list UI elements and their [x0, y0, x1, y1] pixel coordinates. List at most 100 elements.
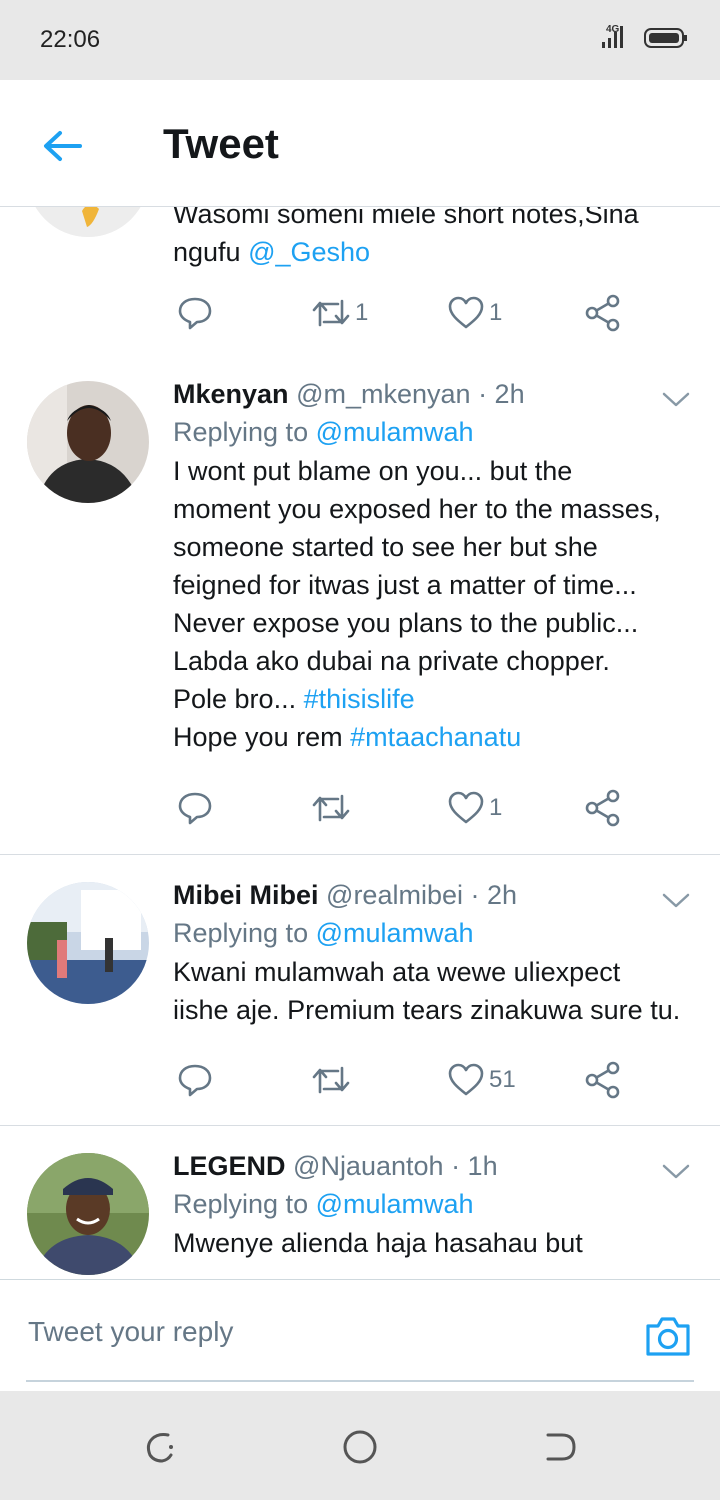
share-icon [585, 294, 620, 332]
retweet-icon [312, 1066, 350, 1094]
text-span: Hope you rem [173, 722, 351, 752]
replying-prefix: Replying to [173, 918, 316, 948]
tweet-text-line: moment you exposed her to the masses, [173, 494, 661, 524]
mention-link[interactable]: @_Gesho [248, 237, 370, 267]
status-bar: 22:06 4G [0, 0, 720, 80]
tweet-header: LEGEND @Njauantoh · 1h [173, 1148, 698, 1184]
reply-button[interactable] [177, 788, 213, 828]
tweet-header: Mkenyan @m_mkenyan · 2h [173, 376, 698, 412]
tweet-item[interactable]: LEGEND @Njauantoh · 1h Replying to @mula… [0, 1126, 720, 1279]
replying-to: Replying to @mulamwah [173, 412, 698, 452]
like-count: 1 [489, 299, 503, 326]
share-button[interactable] [583, 1060, 623, 1100]
replying-prefix: Replying to [173, 1189, 316, 1219]
tweet-text-line: I wont put blame on you... but the [173, 456, 573, 486]
retweet-button[interactable] [311, 788, 355, 828]
avatar[interactable] [27, 882, 149, 1004]
retweet-count: 1 [355, 299, 369, 326]
like-count: 51 [489, 1066, 516, 1093]
home-icon[interactable] [340, 1427, 380, 1467]
tweet-text: Mwenye alienda haja hasahau but [173, 1224, 698, 1262]
tweet-time: · 1h [451, 1151, 498, 1181]
user-name[interactable]: LEGEND [173, 1151, 286, 1181]
tweet-item[interactable]: Wasomi someni miele short notes,Sina ngu… [0, 207, 720, 355]
network-type: 4G [606, 24, 620, 35]
tweet-content: Wasomi someni miele short notes,Sina ngu… [173, 207, 698, 271]
tweet-text-line: Labda ako dubai na private chopper. [173, 646, 610, 676]
reply-icon [178, 297, 212, 330]
avatar[interactable] [27, 1153, 149, 1275]
tweet-text-line: Wasomi someni miele short notes,Sina [173, 207, 639, 229]
tweet-text-line: Kwani mulamwah ata wewe uliexpect [173, 957, 621, 987]
page-title: Tweet [163, 120, 279, 167]
reply-placeholder: Tweet your reply [28, 1316, 234, 1347]
replying-to-link[interactable]: @mulamwah [316, 1189, 474, 1219]
status-time: 22:06 [40, 26, 101, 53]
tweet-content: LEGEND @Njauantoh · 1h Replying to @mula… [173, 1148, 698, 1262]
reply-bar: Tweet your reply [0, 1279, 720, 1392]
avatar[interactable] [27, 381, 149, 503]
retweet-icon [312, 794, 350, 822]
reply-feed[interactable]: Wasomi someni miele short notes,Sina ngu… [0, 207, 720, 1279]
tweet-text: I wont put blame on you... but the momen… [173, 452, 698, 756]
like-button[interactable]: 1 [447, 788, 502, 828]
avatar[interactable] [27, 207, 149, 237]
retweet-button[interactable] [311, 1060, 355, 1100]
replying-to: Replying to @mulamwah [173, 1184, 698, 1224]
tweet-text-line: iishe aje. Premium tears zinakuwa sure t… [173, 995, 681, 1025]
tweet-actions: 1 [173, 788, 653, 828]
back-icon[interactable] [540, 1427, 580, 1467]
share-button[interactable] [583, 788, 623, 828]
text-span: Pole bro... [173, 684, 304, 714]
tweet-item[interactable]: Mkenyan @m_mkenyan · 2h Replying to @mul… [0, 354, 720, 855]
user-name[interactable]: Mibei Mibei [173, 880, 319, 910]
reply-button[interactable] [177, 293, 213, 333]
reply-icon [178, 1064, 212, 1097]
user-name[interactable]: Mkenyan [173, 379, 289, 409]
tweet-header: Mibei Mibei @realmibei · 2h [173, 877, 698, 913]
recent-apps-icon[interactable] [140, 1427, 180, 1467]
retweet-icon [312, 299, 350, 327]
share-icon [585, 1061, 620, 1099]
battery-icon [644, 28, 687, 48]
share-icon [585, 789, 620, 827]
signal-icon: 4G [600, 22, 636, 57]
tweet-item[interactable]: Mibei Mibei @realmibei · 2h Replying to … [0, 855, 720, 1126]
share-button[interactable] [583, 293, 623, 333]
tweet-text-line: ngufu [173, 237, 249, 267]
tweet-actions: 51 [173, 1060, 653, 1100]
like-icon [448, 791, 484, 824]
tweet-time: · 2h [478, 379, 525, 409]
tweet-text-line: feigned for itwas just a matter of time.… [173, 570, 637, 600]
tweet-content: Mkenyan @m_mkenyan · 2h Replying to @mul… [173, 376, 698, 756]
like-button[interactable]: 1 [447, 293, 502, 333]
like-count: 1 [489, 794, 503, 821]
tweet-text-line: Mwenye alienda haja hasahau but [173, 1228, 583, 1258]
camera-icon[interactable] [642, 1310, 694, 1362]
user-handle[interactable]: @realmibei [326, 880, 463, 910]
replying-prefix: Replying to [173, 417, 316, 447]
like-icon [448, 1063, 484, 1096]
like-icon [448, 296, 484, 329]
replying-to-link[interactable]: @mulamwah [316, 918, 474, 948]
like-button[interactable]: 51 [447, 1060, 516, 1100]
tweet-actions: 1 1 [173, 293, 653, 333]
reply-icon [178, 792, 212, 825]
tweet-text: Wasomi someni miele short notes,Sina ngu… [173, 207, 698, 271]
system-nav-bar [0, 1391, 720, 1500]
top-app-bar: Tweet [0, 80, 720, 207]
hashtag-link[interactable]: #mtaachanatu [350, 722, 521, 752]
tweet-content: Mibei Mibei @realmibei · 2h Replying to … [173, 877, 698, 1029]
tweet-text-line: Never expose you plans to the public... [173, 608, 639, 638]
replying-to-link[interactable]: @mulamwah [316, 417, 474, 447]
back-arrow-icon[interactable] [40, 124, 84, 168]
tweet-text-line: someone started to see her but she [173, 532, 598, 562]
tweet-time: · 2h [470, 880, 518, 910]
hashtag-link[interactable]: #thisislife [304, 684, 415, 714]
user-handle[interactable]: @m_mkenyan [296, 379, 470, 409]
reply-button[interactable] [177, 1060, 213, 1100]
replying-to: Replying to @mulamwah [173, 913, 698, 953]
user-handle[interactable]: @Njauantoh [293, 1151, 444, 1181]
reply-input[interactable]: Tweet your reply [26, 1302, 694, 1382]
retweet-button[interactable]: 1 [311, 293, 368, 333]
